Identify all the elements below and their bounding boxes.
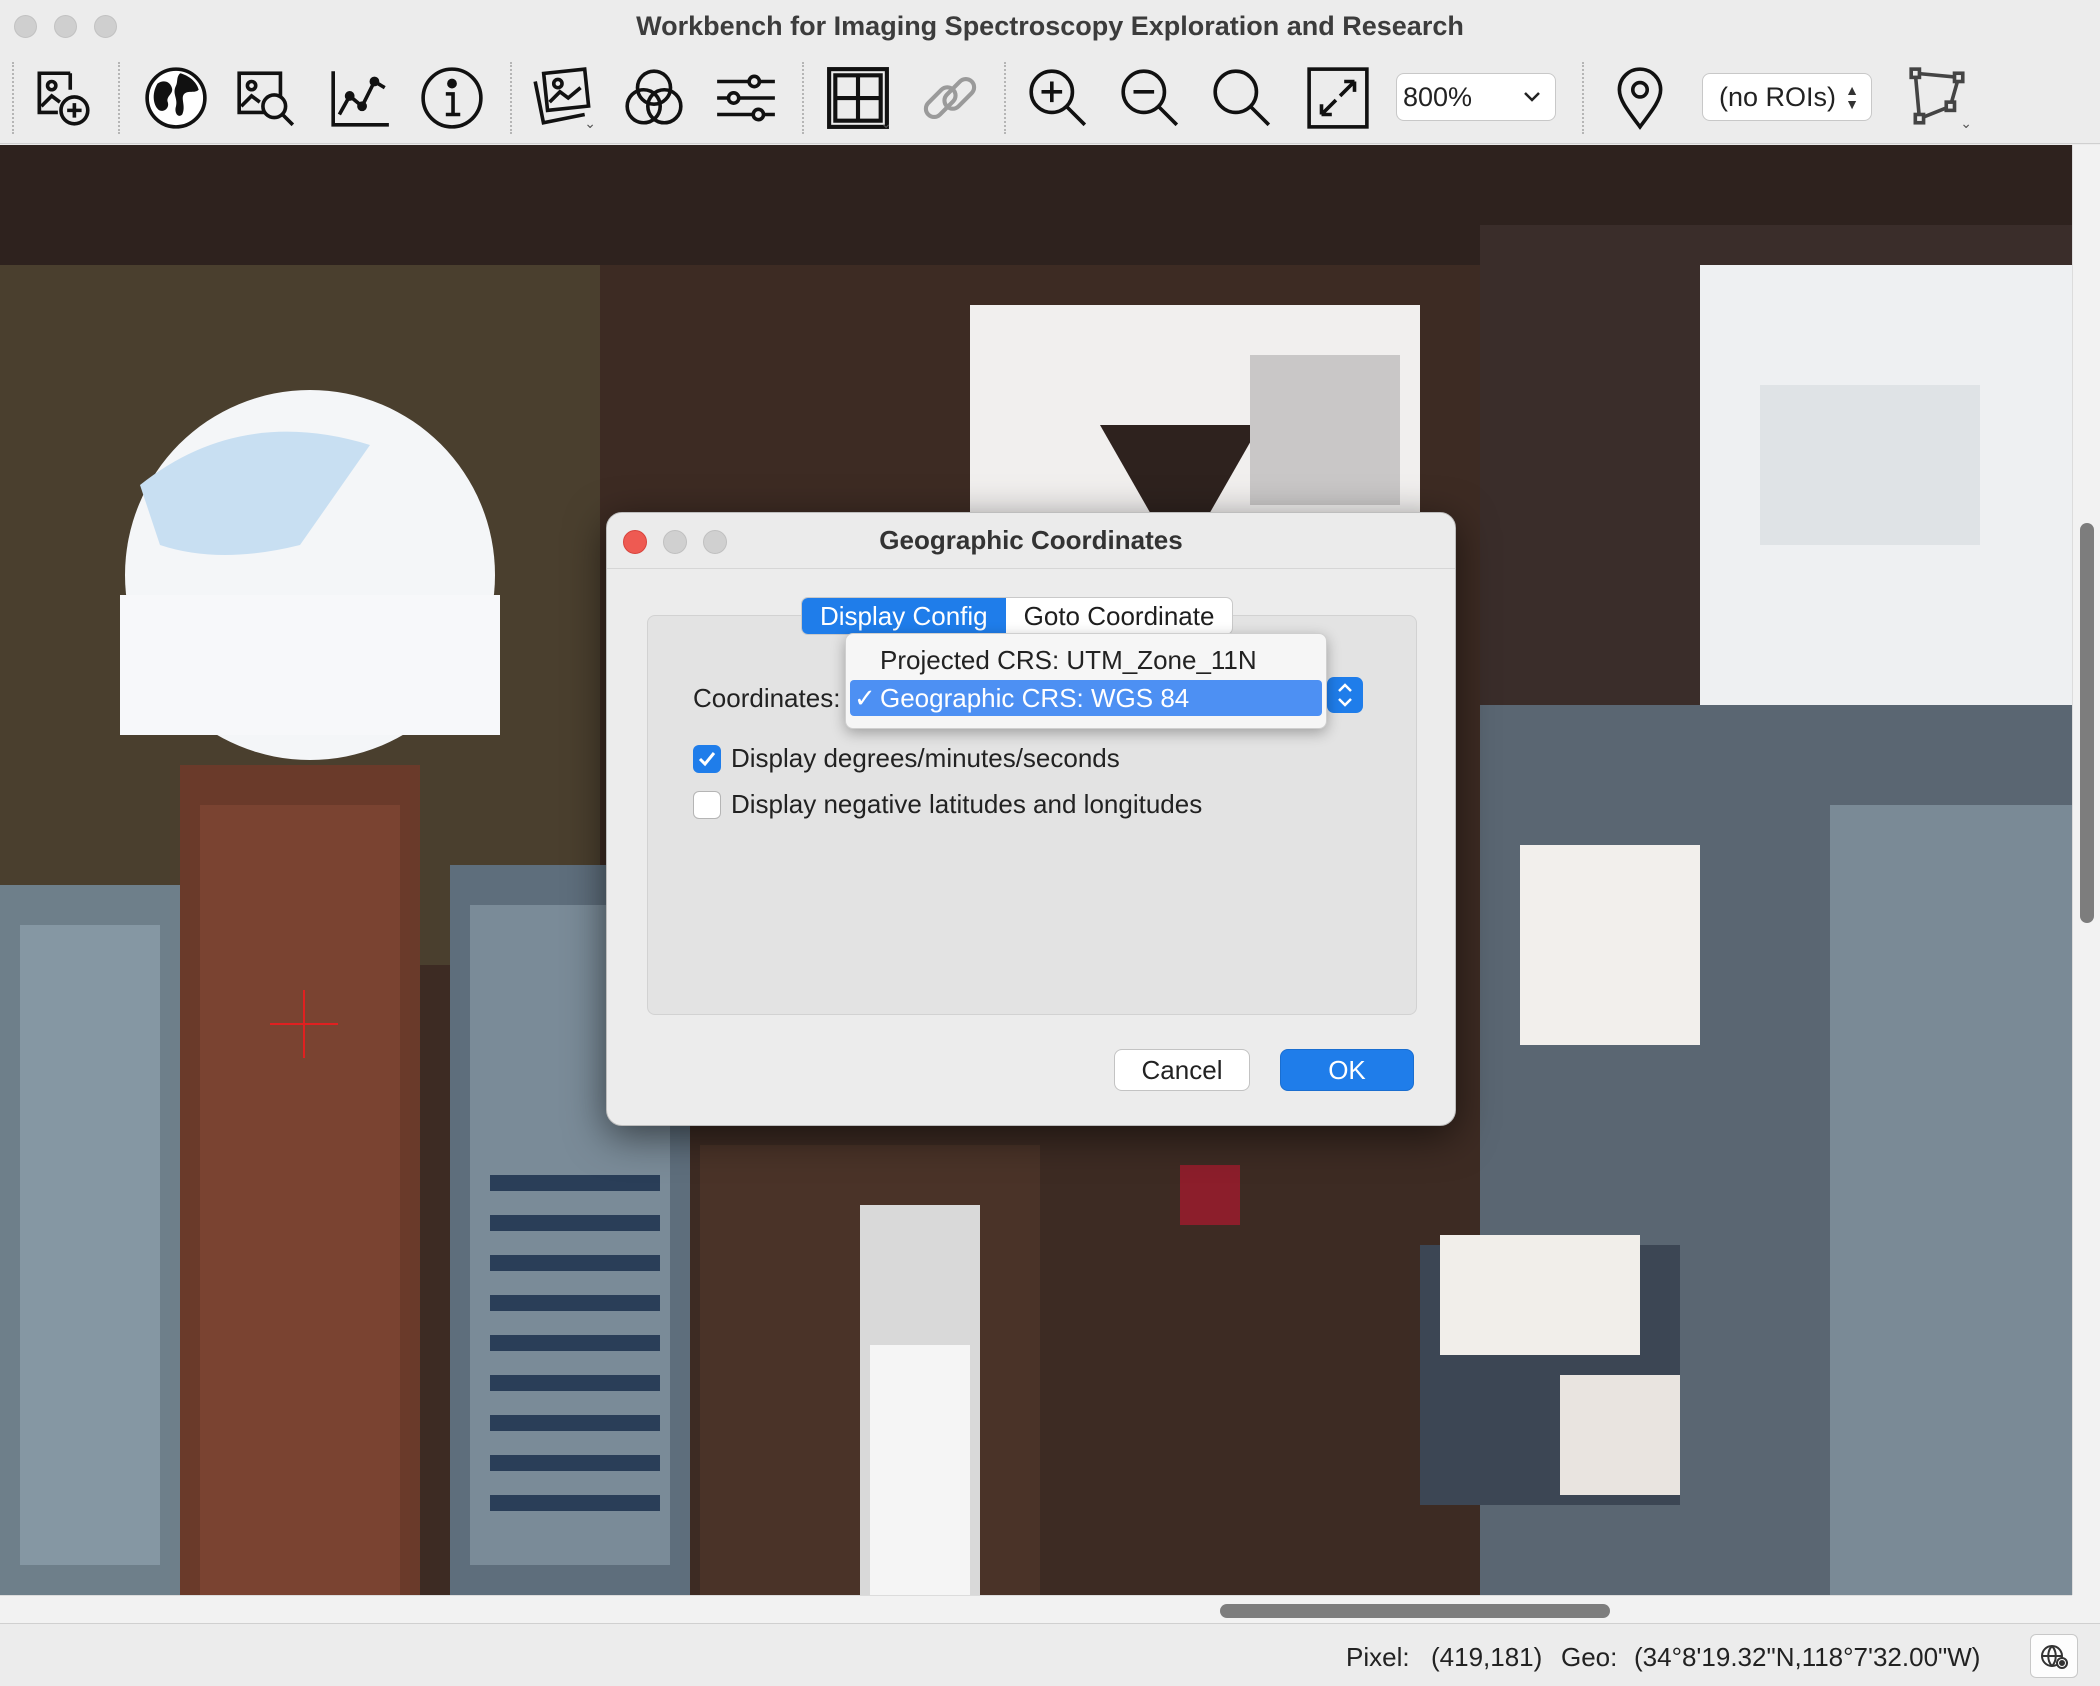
toolbar-separator — [1004, 62, 1006, 134]
zoom-level-select[interactable]: 800% — [1396, 73, 1556, 121]
dialog-title: Geographic Coordinates — [879, 525, 1183, 555]
color-channels-button[interactable] — [616, 60, 692, 136]
cancel-button[interactable]: Cancel — [1114, 1049, 1250, 1091]
spectrum-plot-button[interactable] — [322, 60, 398, 136]
add-image-icon — [37, 71, 90, 126]
location-pin-button[interactable] — [1602, 60, 1678, 136]
sliders-icon — [717, 74, 775, 122]
window-minimize-button[interactable] — [54, 15, 77, 38]
tab-display-config[interactable]: Display Config — [802, 598, 1006, 634]
status-bar: Pixel: (419,181) Geo: (34°8'19.32"N,118°… — [0, 1623, 2100, 1686]
toolbar-separator — [802, 62, 804, 134]
crs-dropdown-menu: Projected CRS: UTM_Zone_11N ✓ Geographic… — [845, 633, 1327, 729]
vertical-scrollbar[interactable] — [2072, 145, 2100, 1595]
tab-bar: Display Config Goto Coordinate — [801, 597, 1234, 635]
crs-select-stepper[interactable] — [1327, 677, 1363, 713]
negative-latlon-checkbox-row[interactable]: Display negative latitudes and longitude… — [693, 789, 1202, 820]
fullscreen-icon — [1307, 67, 1369, 129]
image-search-icon — [237, 71, 295, 127]
zoom-in-button[interactable] — [1020, 60, 1096, 136]
negative-latlon-checkbox[interactable] — [693, 790, 721, 819]
zoom-level-value: 800% — [1403, 81, 1473, 112]
info-icon — [421, 67, 483, 129]
toolbar-separator — [510, 62, 512, 134]
geo-button[interactable] — [138, 60, 214, 136]
crs-option-geographic[interactable]: ✓ Geographic CRS: WGS 84 — [850, 680, 1322, 716]
app-window: Workbench for Imaging Spectroscopy Explo… — [0, 0, 2100, 1686]
globe-gear-icon — [2041, 1645, 2068, 1669]
coordinates-label: Coordinates: — [693, 683, 841, 713]
chevron-down-icon: ⌄ — [1960, 115, 1972, 131]
window-close-button[interactable] — [14, 15, 37, 38]
zoom-fit-icon — [1213, 69, 1271, 127]
roi-select[interactable]: (no ROIs) ▲ ▼ — [1702, 73, 1872, 121]
horizontal-scrollbar[interactable] — [0, 1595, 2072, 1623]
scroll-corner — [2072, 1595, 2100, 1623]
globe-icon — [145, 67, 207, 129]
window-title: Workbench for Imaging Spectroscopy Explo… — [636, 10, 1464, 41]
roi-polygon-button[interactable]: ⌄ — [1900, 60, 1976, 136]
chevron-down-icon: ⌄ — [584, 115, 596, 131]
pixel-label: Pixel: — [1346, 1642, 1410, 1672]
fullscreen-button[interactable] — [1300, 60, 1376, 136]
zoom-out-button[interactable] — [1112, 60, 1188, 136]
pixel-value: (419,181) — [1431, 1642, 1543, 1672]
tab-goto-coordinate[interactable]: Goto Coordinate — [1006, 598, 1233, 634]
geo-settings-button[interactable] — [2030, 1634, 2078, 1678]
chevron-down-icon — [1517, 82, 1547, 112]
window-zoom-button[interactable] — [94, 15, 117, 38]
title-bar: Workbench for Imaging Spectroscopy Explo… — [0, 0, 2100, 52]
dialog-zoom-button[interactable] — [703, 530, 727, 554]
checkmark-icon — [698, 751, 716, 766]
link-button[interactable] — [912, 60, 988, 136]
toolbar: ⌄ ⌄ 800% (no ROIs) ▲ ▼ ⌄ — [0, 52, 2100, 144]
zoom-in-icon — [1029, 69, 1087, 127]
crs-option-label: Geographic CRS: WGS 84 — [880, 682, 1190, 713]
toolbar-separator — [1582, 62, 1584, 134]
grid-button[interactable]: ⌄ — [820, 60, 896, 136]
dms-checkbox-label: Display degrees/minutes/seconds — [731, 743, 1120, 773]
ok-button[interactable]: OK — [1280, 1049, 1414, 1091]
dialog-title-bar: Geographic Coordinates — [607, 513, 1455, 569]
geo-coordinates-dialog: Geographic Coordinates Display Config Go… — [606, 512, 1456, 1126]
toolbar-separator — [118, 62, 120, 134]
chevron-up-down-icon — [1338, 683, 1352, 707]
dms-checkbox[interactable] — [693, 744, 721, 773]
negative-latlon-checkbox-label: Display negative latitudes and longitude… — [731, 789, 1203, 819]
location-pin-icon — [1617, 67, 1663, 130]
line-chart-icon — [331, 71, 389, 127]
chevron-down-icon: ⌄ — [880, 115, 892, 131]
crs-option-projected[interactable]: Projected CRS: UTM_Zone_11N — [850, 642, 1322, 678]
info-button[interactable] — [414, 60, 490, 136]
toolbar-separator — [12, 62, 14, 134]
image-stack-button[interactable]: ⌄ — [524, 60, 600, 136]
link-icon — [923, 76, 977, 120]
geo-value: (34°8'19.32"N,118°7'32.00"W) — [1634, 1642, 1981, 1672]
zoom-fit-button[interactable] — [1204, 60, 1280, 136]
geo-label: Geo: — [1561, 1642, 1618, 1672]
add-image-button[interactable] — [24, 60, 100, 136]
zoom-out-icon — [1121, 69, 1179, 127]
dms-checkbox-row[interactable]: Display degrees/minutes/seconds — [693, 743, 1120, 774]
color-channels-icon — [625, 69, 683, 125]
crs-option-label: Projected CRS: UTM_Zone_11N — [880, 644, 1257, 675]
vertical-scrollbar-thumb[interactable] — [2080, 523, 2094, 923]
image-search-button[interactable] — [228, 60, 304, 136]
checkmark-icon: ✓ — [854, 682, 876, 713]
roi-select-value: (no ROIs) — [1719, 81, 1837, 112]
chevron-up-down-icon: ▲ ▼ — [1845, 82, 1859, 112]
dialog-close-button[interactable] — [623, 530, 647, 554]
horizontal-scrollbar-thumb[interactable] — [1220, 1604, 1610, 1618]
dialog-minimize-button[interactable] — [663, 530, 687, 554]
adjust-button[interactable] — [708, 60, 784, 136]
